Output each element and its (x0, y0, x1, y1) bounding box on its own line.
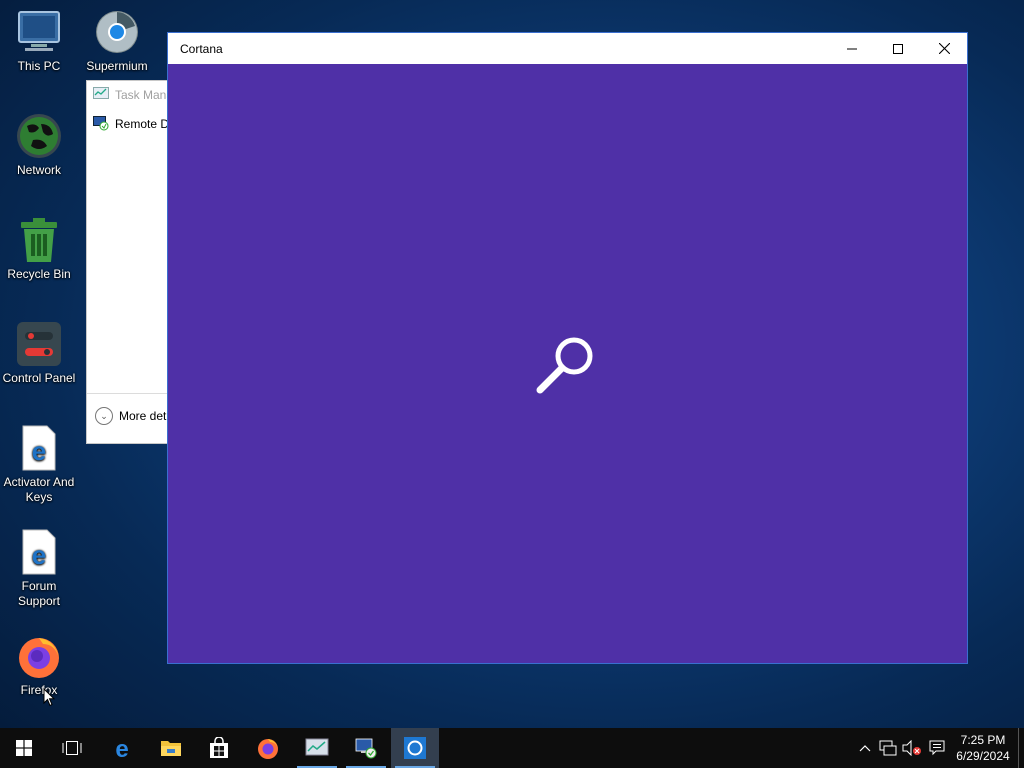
mouse-cursor-icon (43, 687, 56, 712)
desktop-icon-control-panel[interactable]: Control Panel (0, 320, 78, 386)
desktop-icon-label: Recycle Bin (7, 267, 71, 281)
clock-date: 6/29/2024 (956, 749, 1010, 763)
svg-text:e: e (32, 540, 46, 570)
store-taskbar-button[interactable] (195, 728, 243, 768)
this-pc-icon (15, 8, 63, 56)
edge-document-icon: e (15, 424, 63, 472)
desktop-icon-this-pc[interactable]: This PC (0, 8, 78, 74)
desktop-icon-firefox[interactable]: Firefox (0, 632, 78, 698)
desktop-icon-label: Firefox (20, 683, 58, 697)
svg-text:e: e (115, 736, 128, 760)
minimize-icon (847, 48, 857, 49)
notification-icon (929, 740, 945, 756)
window-title: Cortana (180, 41, 223, 56)
remote-desktop-taskbar-button[interactable] (342, 728, 390, 768)
action-center-button[interactable] (926, 728, 948, 768)
remote-desktop-icon (93, 115, 109, 134)
show-desktop-button[interactable] (1018, 728, 1024, 768)
maximize-button[interactable] (875, 33, 921, 64)
maximize-icon (893, 43, 903, 54)
close-icon (938, 43, 950, 54)
task-manager-taskbar-button[interactable] (293, 728, 341, 768)
remote-desktop-icon (355, 738, 377, 759)
firefox-icon (15, 632, 63, 680)
desktop-icon-recycle-bin[interactable]: Recycle Bin (0, 216, 78, 282)
control-panel-icon (15, 320, 63, 368)
network-icon (15, 112, 63, 160)
taskbar: e 7:25 PM 6/29/2024 (0, 728, 1024, 768)
desktop-icon-label: Network (16, 163, 61, 177)
more-details-button[interactable]: ⌄ More det (95, 407, 166, 425)
minimize-button[interactable] (829, 33, 875, 64)
desktop-icon-label: Supermium (86, 59, 148, 73)
file-explorer-taskbar-button[interactable] (147, 728, 195, 768)
more-details-label: More det (119, 409, 167, 423)
desktop-icon-label: Forum Support (17, 579, 61, 608)
supermium-icon (93, 8, 141, 56)
cortana-window[interactable]: Cortana (167, 32, 968, 664)
desktop-icon-label: Activator And Keys (3, 475, 75, 504)
svg-text:e: e (32, 436, 46, 466)
recycle-bin-icon (15, 216, 63, 264)
list-item[interactable]: Task Mana (93, 85, 173, 105)
firefox-taskbar-button[interactable] (244, 728, 292, 768)
network-icon (879, 740, 897, 756)
task-manager-icon (305, 738, 329, 756)
desktop: This PC Supermium Network Recycle Bin Co… (0, 0, 1024, 768)
desktop-icon-activator-and-keys[interactable]: e Activator And Keys (0, 424, 78, 505)
show-hidden-icons-button[interactable] (855, 728, 875, 768)
task-view-button[interactable] (48, 728, 96, 768)
windows-logo-icon (16, 740, 32, 756)
title-bar[interactable]: Cortana (168, 33, 967, 64)
volume-tray-button[interactable] (900, 728, 924, 768)
store-icon (210, 737, 228, 758)
chevron-down-icon: ⌄ (95, 407, 113, 425)
firefox-icon (258, 739, 278, 759)
taskbar-clock[interactable]: 7:25 PM 6/29/2024 (950, 732, 1016, 764)
list-item-label: Task Mana (115, 88, 174, 102)
desktop-icon-network[interactable]: Network (0, 112, 78, 178)
desktop-icon-forum-support[interactable]: e Forum Support (0, 528, 78, 609)
volume-muted-icon (902, 740, 921, 756)
edge-document-icon: e (15, 528, 63, 576)
close-button[interactable] (921, 33, 967, 64)
cortana-taskbar-button[interactable] (391, 728, 439, 768)
start-button[interactable] (0, 728, 48, 768)
clock-time: 7:25 PM (960, 733, 1006, 747)
search-icon (532, 328, 604, 405)
folder-icon (161, 741, 181, 756)
network-tray-button[interactable] (877, 728, 899, 768)
cortana-content (168, 64, 967, 664)
chevron-up-icon (859, 745, 871, 752)
list-item-label: Remote D (115, 117, 170, 131)
edge-icon: e (115, 736, 128, 760)
desktop-icon-supermium[interactable]: Supermium (78, 8, 156, 74)
list-item[interactable]: Remote D (93, 114, 169, 134)
task-view-icon (62, 741, 82, 755)
edge-taskbar-button[interactable]: e (98, 728, 146, 768)
desktop-icon-label: This PC (17, 59, 61, 73)
task-manager-icon (93, 86, 109, 104)
desktop-icon-label: Control Panel (2, 371, 76, 385)
cortana-icon (404, 737, 426, 759)
